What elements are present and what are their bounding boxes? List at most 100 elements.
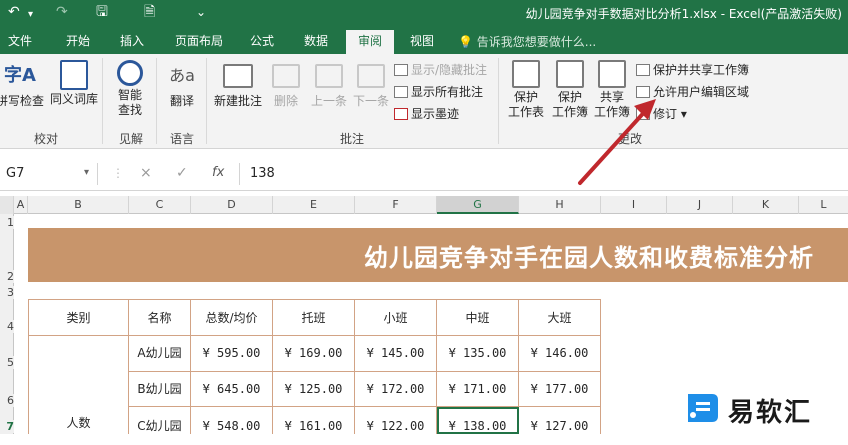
next-comment-button[interactable]: 下一条 <box>350 60 392 109</box>
smart-lookup-label-1: 智能 <box>117 88 142 102</box>
table-cell[interactable]: ¥ 146.00 <box>519 336 601 372</box>
watermark-logo-icon <box>688 394 718 422</box>
header-cell[interactable]: 总数/均价 <box>191 299 273 336</box>
header-cell[interactable]: 托班 <box>273 299 355 336</box>
table-cell[interactable]: ¥ 135.00 <box>437 336 519 372</box>
protect-workbook-label-1: 保护 <box>557 90 582 104</box>
header-cell[interactable]: 名称 <box>129 299 191 336</box>
table-cell[interactable]: ¥ 172.00 <box>355 372 437 407</box>
spell-check-icon: 字A <box>4 65 36 86</box>
column-header[interactable]: F <box>355 196 437 214</box>
row-header[interactable]: 4 <box>0 320 14 333</box>
table-cell[interactable]: ¥ 645.00 <box>191 372 273 407</box>
enter-icon[interactable]: ✓ <box>176 165 188 181</box>
show-all-comments-button[interactable]: 显示所有批注 <box>394 84 483 100</box>
table-cell[interactable]: B幼儿园 <box>129 372 191 407</box>
column-header[interactable]: A <box>14 196 28 214</box>
formula-input[interactable]: 138 <box>239 163 285 185</box>
tell-me-search[interactable]: 💡 告诉我您想要做什么... <box>458 33 596 50</box>
table-cell[interactable]: ¥ 161.00 <box>273 407 355 434</box>
customize-toolbar-icon[interactable]: ⌄ <box>196 3 206 21</box>
column-header[interactable]: E <box>273 196 355 214</box>
table-cell[interactable]: ¥ 169.00 <box>273 336 355 372</box>
group-divider <box>206 58 207 144</box>
window-title: 幼儿园竞争对手数据对比分析1.xlsx - Excel(产品激活失败) <box>525 7 842 21</box>
row-header[interactable]: 2 <box>0 270 14 283</box>
header-cell[interactable]: 大班 <box>519 299 601 336</box>
table-cell[interactable]: ¥ 138.00 <box>437 407 519 434</box>
translate-button[interactable]: あa 翻译 <box>160 60 204 109</box>
table-cell[interactable]: A幼儿园 <box>129 336 191 372</box>
table-cell[interactable]: C幼儿园 <box>129 407 191 434</box>
column-header[interactable]: D <box>191 196 273 214</box>
protect-workbook-label-2: 工作簿 <box>551 105 588 119</box>
cancel-icon[interactable]: × <box>140 165 152 181</box>
redo-icon[interactable]: ↷ <box>56 3 68 21</box>
column-header[interactable]: I <box>601 196 667 214</box>
table-cell[interactable]: ¥ 595.00 <box>191 336 273 372</box>
column-header[interactable]: H <box>519 196 601 214</box>
next-comment-icon <box>357 64 385 88</box>
table-cell[interactable]: ¥ 145.00 <box>355 336 437 372</box>
tab-home[interactable]: 开始 <box>54 31 102 54</box>
column-header[interactable]: B <box>28 196 129 214</box>
show-hide-comment-button[interactable]: 显示/隐藏批注 <box>394 62 487 78</box>
show-ink-button[interactable]: 显示墨迹 <box>394 106 459 122</box>
tab-formulas[interactable]: 公式 <box>238 31 286 54</box>
show-hide-comment-label: 显示/隐藏批注 <box>411 63 488 77</box>
row-header[interactable]: 1 <box>0 216 14 229</box>
protect-sheet-button[interactable]: 保护 工作表 <box>502 60 550 120</box>
table-cell[interactable]: ¥ 177.00 <box>519 372 601 407</box>
track-changes-button[interactable]: 修订 ▾ <box>636 106 687 122</box>
table-cell[interactable]: ¥ 548.00 <box>191 407 273 434</box>
header-cell[interactable]: 中班 <box>437 299 519 336</box>
spell-check-button[interactable]: 字A 拼写检查 <box>0 60 46 109</box>
tab-view[interactable]: 视图 <box>398 31 446 54</box>
thesaurus-button[interactable]: 同义词库 <box>48 60 100 107</box>
row-header-selected[interactable]: 7 <box>0 420 14 433</box>
undo-icon[interactable]: ↶ <box>8 3 20 21</box>
delete-comment-button[interactable]: 删除 <box>266 60 306 109</box>
row-header[interactable]: 5 <box>0 356 14 369</box>
ribbon-tabs: 文件 开始 插入 页面布局 公式 数据 审阅 视图 💡 告诉我您想要做什么... <box>0 26 848 54</box>
column-header[interactable]: J <box>667 196 733 214</box>
tab-review[interactable]: 审阅 <box>346 30 394 54</box>
row-header[interactable]: 6 <box>0 394 14 407</box>
table-cell[interactable]: ¥ 171.00 <box>437 372 519 407</box>
header-cell[interactable]: 类别 <box>28 299 129 336</box>
insert-function-icon[interactable]: fx <box>212 165 224 180</box>
translate-icon: あa <box>169 66 195 85</box>
ribbon: 字A 拼写检查 同义词库 校对 智能 查找 见解 あa 翻译 语言 新建批注 删… <box>0 54 848 149</box>
protect-and-share-button[interactable]: 保护并共享工作簿 <box>636 62 749 78</box>
tab-data[interactable]: 数据 <box>292 31 340 54</box>
tab-insert[interactable]: 插入 <box>108 31 156 54</box>
proofing-group-label: 校对 <box>34 132 59 146</box>
chevron-down-icon[interactable]: ▾ <box>84 167 89 178</box>
column-header-selected[interactable]: G <box>437 196 519 214</box>
table-cell[interactable]: ¥ 122.00 <box>355 407 437 434</box>
tab-file[interactable]: 文件 <box>0 31 40 54</box>
tab-page-layout[interactable]: 页面布局 <box>164 31 234 54</box>
column-header[interactable]: K <box>733 196 799 214</box>
table-cell[interactable]: ¥ 127.00 <box>519 407 601 434</box>
row-header[interactable]: 3 <box>0 286 14 299</box>
share-workbook-button[interactable]: 共享 工作簿 <box>590 60 634 120</box>
allow-edit-ranges-button[interactable]: 允许用户编辑区域 <box>636 84 749 100</box>
sheet-title-banner[interactable]: 幼儿园竞争对手在园人数和收费标准分析 <box>28 228 848 282</box>
new-comment-button[interactable]: 新建批注 <box>210 60 266 109</box>
print-preview-icon[interactable]: 🗎 <box>144 3 155 21</box>
table-cell[interactable]: ¥ 125.00 <box>273 372 355 407</box>
show-ink-icon <box>394 108 408 120</box>
chevron-down-icon[interactable]: ▾ <box>28 6 33 24</box>
previous-comment-button[interactable]: 上一条 <box>306 60 352 109</box>
group-divider <box>498 58 499 144</box>
formula-bar: G7 ▾ ⋮ × ✓ fx 138 <box>0 157 848 191</box>
save-icon[interactable]: 🖫 <box>96 3 108 21</box>
smart-lookup-button[interactable]: 智能 查找 <box>106 60 154 118</box>
protect-workbook-button[interactable]: 保护 工作簿 <box>548 60 592 120</box>
header-cell[interactable]: 小班 <box>355 299 437 336</box>
category-cell[interactable]: 人数 <box>28 336 129 434</box>
column-header[interactable]: C <box>129 196 191 214</box>
select-all-corner[interactable] <box>0 196 14 214</box>
column-header[interactable]: L <box>799 196 848 214</box>
